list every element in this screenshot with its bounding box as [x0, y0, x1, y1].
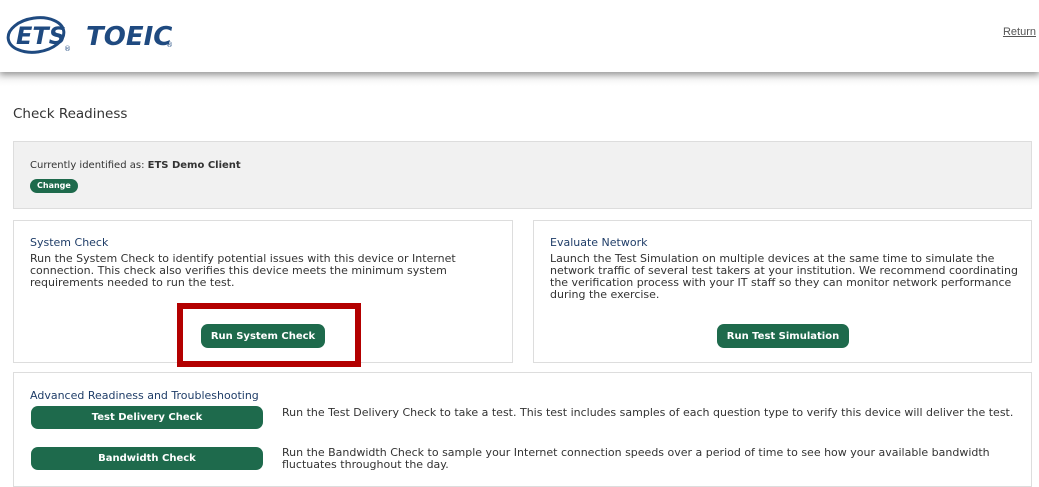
system-check-description: Run the System Check to identify potenti… — [30, 252, 456, 289]
identity-text: Currently identified as: ETS Demo Client — [30, 160, 241, 171]
return-link[interactable]: Return — [1003, 26, 1036, 38]
svg-text:ETS: ETS — [16, 22, 66, 50]
bandwidth-description: Run the Bandwidth Check to sample your I… — [282, 446, 990, 471]
svg-text:®: ® — [64, 45, 71, 53]
run-system-check-button[interactable]: Run System Check — [201, 324, 325, 348]
test-delivery-description: Run the Test Delivery Check to take a te… — [282, 406, 1014, 419]
identity-prefix: Currently identified as: — [30, 160, 148, 171]
advanced-title: Advanced Readiness and Troubleshooting — [30, 389, 259, 402]
system-check-title: System Check — [30, 236, 109, 249]
evaluate-network-description: Launch the Test Simulation on multiple d… — [550, 252, 1018, 301]
header: ETS ® TOEIC ® Return — [0, 0, 1039, 72]
system-check-card: System Check Run the System Check to ide… — [13, 220, 513, 363]
evaluate-network-card: Evaluate Network Launch the Test Simulat… — [533, 220, 1032, 363]
bandwidth-check-button[interactable]: Bandwidth Check — [31, 447, 263, 470]
svg-text:®: ® — [166, 41, 173, 49]
run-test-simulation-button[interactable]: Run Test Simulation — [717, 324, 849, 348]
identity-panel: Currently identified as: ETS Demo Client… — [13, 141, 1032, 209]
evaluate-network-title: Evaluate Network — [550, 236, 648, 249]
svg-text:TOEIC: TOEIC — [86, 22, 172, 52]
header-shadow — [0, 72, 1039, 86]
test-delivery-check-button[interactable]: Test Delivery Check — [31, 406, 263, 429]
page-title: Check Readiness — [13, 106, 128, 122]
ets-toeic-logo: ETS ® TOEIC ® — [6, 16, 173, 54]
identity-name: ETS Demo Client — [147, 160, 241, 171]
advanced-readiness-card: Advanced Readiness and Troubleshooting T… — [13, 372, 1032, 487]
change-button[interactable]: Change — [30, 179, 78, 193]
